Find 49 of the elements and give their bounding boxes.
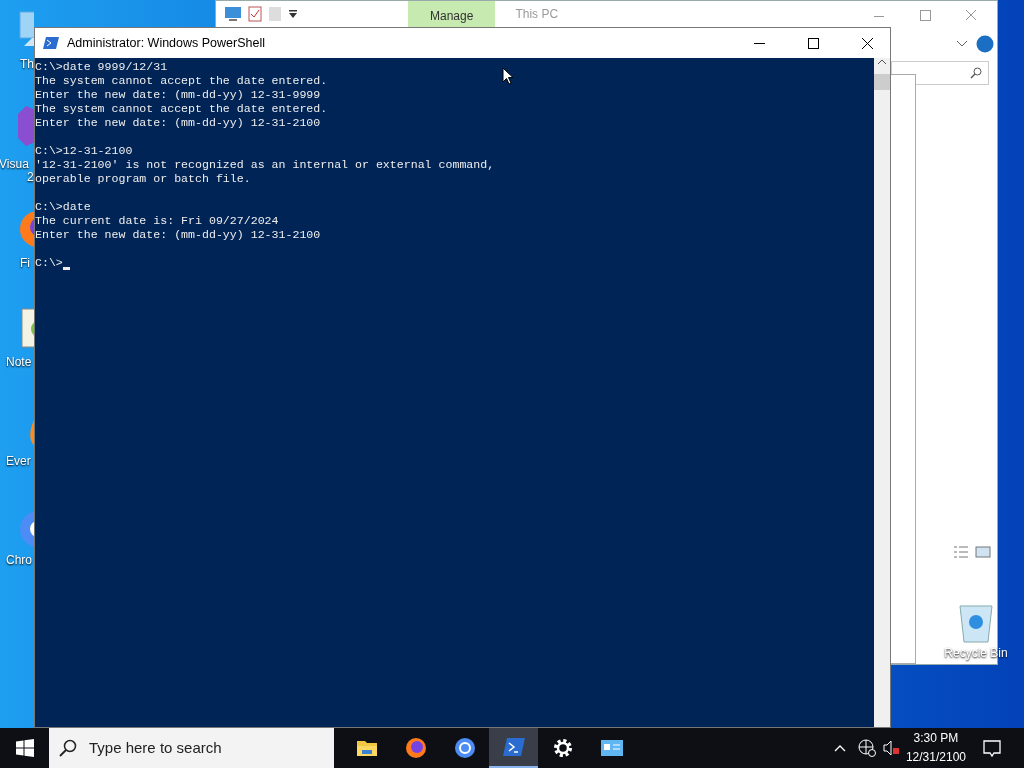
scroll-up-icon[interactable] xyxy=(877,58,887,66)
search-icon xyxy=(59,739,77,757)
scroll-thumb[interactable] xyxy=(874,74,890,90)
maximize-icon[interactable] xyxy=(807,37,819,49)
ribbon-tab[interactable]: Manage xyxy=(408,1,496,27)
icon-label: Note xyxy=(6,356,32,369)
browser-icon xyxy=(452,736,477,760)
console-line: C:\>date 9999/12/31 xyxy=(35,60,168,74)
icon-label: 2 xyxy=(27,171,34,184)
window-title: Administrator: Windows PowerShell xyxy=(67,34,265,52)
icon-label: Ever xyxy=(6,455,31,468)
search-icon xyxy=(970,67,982,79)
speaker-muted-icon[interactable] xyxy=(881,739,900,757)
clock[interactable]: 3:30 PM 12/31/2100 xyxy=(899,729,972,767)
console-line: C:\> xyxy=(35,256,70,270)
console-line: Enter the new date: (mm-dd-yy) 12-31-9999 xyxy=(35,88,321,102)
text-cursor xyxy=(62,267,70,270)
windows-logo-icon[interactable] xyxy=(15,739,34,757)
clock-date: 12/31/2100 xyxy=(905,749,966,766)
console-line: Enter the new date: (mm-dd-yy) 12-31-2100 xyxy=(35,116,321,130)
help-icon[interactable] xyxy=(976,35,994,53)
notification-icon[interactable] xyxy=(982,738,1002,758)
globe-icon[interactable] xyxy=(857,739,876,757)
thumbnail-view-icon[interactable] xyxy=(975,546,991,558)
console-line: C:\>12-31-2100 xyxy=(35,144,133,158)
console-line: '12-31-2100' is not recognized as an internal or external command, xyxy=(35,158,495,172)
checklist-icon[interactable] xyxy=(248,6,262,22)
console-line: The system cannot accept the date entered. xyxy=(35,74,328,88)
chevron-icon[interactable] xyxy=(956,40,968,48)
search-box[interactable]: Type here to search xyxy=(49,728,334,768)
chevron-up-icon[interactable] xyxy=(833,744,846,752)
icon-label: Th xyxy=(20,58,34,71)
window-title: This PC xyxy=(515,6,559,23)
icon-label: Chro xyxy=(6,554,32,567)
clock-time: 3:30 PM xyxy=(912,730,960,747)
console-line: The system cannot accept the date entered. xyxy=(35,102,328,116)
search-field[interactable]: Type here to search xyxy=(87,735,317,761)
console-line: operable program or batch file. xyxy=(35,172,251,186)
scrollbar[interactable] xyxy=(874,58,890,727)
console-line: The current date is: Fri 09/27/2024 xyxy=(35,214,279,228)
close-icon[interactable] xyxy=(861,37,873,49)
console-line: C:\>date xyxy=(35,200,91,214)
mouse-cursor-icon xyxy=(502,67,514,85)
console-line: Enter the new date: (mm-dd-yy) 12-31-2100 xyxy=(35,228,321,242)
terminal-icon xyxy=(43,36,59,50)
terminal-icon xyxy=(501,735,526,759)
caret-icon[interactable] xyxy=(288,9,298,19)
monitor-icon[interactable] xyxy=(224,6,242,22)
icon-label: Fi xyxy=(20,257,30,270)
